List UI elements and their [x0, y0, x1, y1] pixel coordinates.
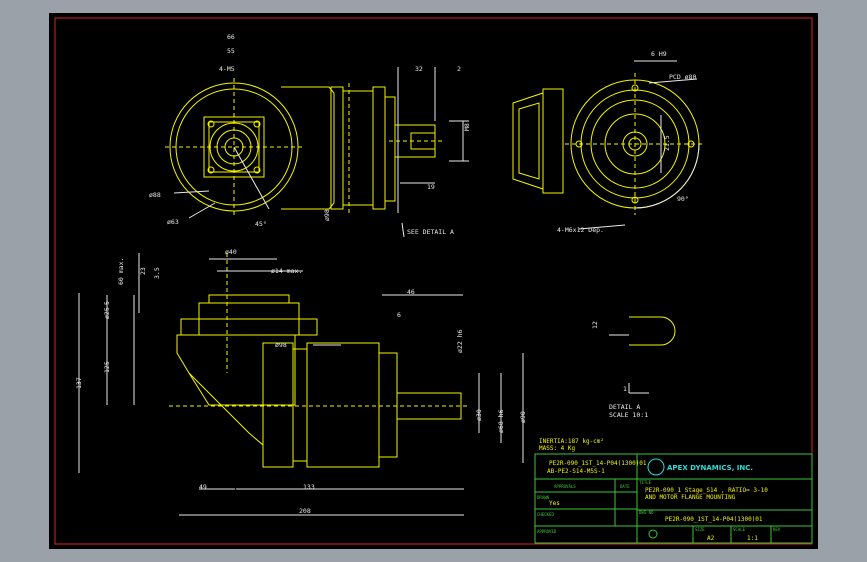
dim-66: 66 [227, 33, 235, 41]
dim-208: 208 [299, 507, 311, 515]
dim-137: 137 [75, 377, 83, 389]
dim-21-5: 21.5 [663, 135, 671, 151]
title-line2: AND MOTOR FLANGE MOUNTING [645, 494, 736, 501]
dim-32: 32 [415, 65, 423, 73]
model-line1: PE2R-090_1ST_14-P04(1300)01 [549, 460, 647, 467]
dim-90deg: 90° [677, 195, 689, 203]
size-label: SIZE [695, 527, 705, 532]
detail-a-title: DETAIL A [609, 403, 640, 411]
rev-label: REV [773, 527, 781, 532]
dim-46: 46 [407, 288, 415, 296]
dim-d68h6: ø68 h6 [497, 409, 505, 433]
dim-d90: ø90 [519, 411, 527, 423]
dim-55: 55 [227, 47, 235, 55]
see-detail-a: SEE DETAIL A [407, 228, 454, 236]
inertia-note: INERTIA:187 kg-cm² [539, 438, 604, 445]
detail-a-scale: SCALE 10:1 [609, 411, 648, 419]
model-line2: AB-PE2-S14-M5S-1 [547, 468, 605, 475]
dim-125: 125 [103, 361, 111, 373]
dim-d25: ø25 [103, 307, 111, 319]
dim-m8: M8 [463, 123, 471, 131]
dim-23: 23 [139, 267, 147, 275]
dim-detail-1: 1 [623, 385, 627, 393]
approved-label: APPROVED [537, 529, 557, 534]
dim-45deg: 45° [255, 220, 267, 228]
dim-6h9: 6 H9 [651, 50, 667, 58]
title-line1: PE2R-090_1 Stage_S14 , RATIO= 3-10 [645, 487, 768, 494]
dim-19: 19 [427, 183, 435, 191]
dim-4-m5: 4-M5 [219, 65, 235, 73]
dim-49: 49 [199, 483, 207, 491]
dim-d98-section: ø98 [275, 341, 287, 349]
mass-note: MASS: 4 Kg [539, 445, 576, 452]
title-label: TITLE [639, 480, 652, 485]
dim-d98-top: ø98 [323, 209, 331, 221]
dim-d63: ø63 [167, 218, 179, 226]
date-label: DATE [620, 484, 630, 489]
checked-label: CHECKED [537, 512, 554, 517]
dim-133: 133 [303, 483, 315, 491]
company-logo-text: APEX DYNAMICS, INC. [667, 464, 753, 472]
drawn-label: DRAWN [537, 495, 550, 500]
dim-d88: ø88 [149, 191, 161, 199]
drawn-value: Yes [549, 500, 560, 507]
dim-60max: 60 max. [117, 258, 125, 285]
dim-5: 5 [103, 301, 111, 305]
dim-2: 2 [457, 65, 461, 73]
dim-d22h6: ø22 h6 [456, 329, 464, 353]
dim-d40: ø40 [225, 248, 237, 256]
dim-detail-12: 12 [591, 321, 599, 329]
dim-6: 6 [397, 311, 401, 319]
scale-label: SCALE [733, 527, 746, 532]
scale-value: 1:1 [747, 535, 758, 542]
dim-d14max: ø14 max. [271, 267, 302, 275]
size-value: A2 [707, 535, 715, 542]
dim-4-m6x12: 4-M6x12 Dep. [557, 226, 604, 234]
cad-viewport[interactable]: 66 55 4-M5 ø88 ø63 45° ø98 32 2 M8 19 SE… [49, 13, 818, 549]
dim-pcd80: PCD ø80 [669, 73, 696, 81]
dim-3-5: 3.5 [153, 267, 161, 279]
dwg-no: PE2R-090_1ST_14-P04(1300)01 [665, 516, 763, 523]
text-layer: 66 55 4-M5 ø88 ø63 45° ø98 32 2 M8 19 SE… [75, 33, 781, 542]
dwg-no-label: DWG NO [639, 510, 654, 515]
approvals-label: APPROVALS [554, 484, 576, 489]
dim-d30: ø30 [475, 409, 483, 421]
